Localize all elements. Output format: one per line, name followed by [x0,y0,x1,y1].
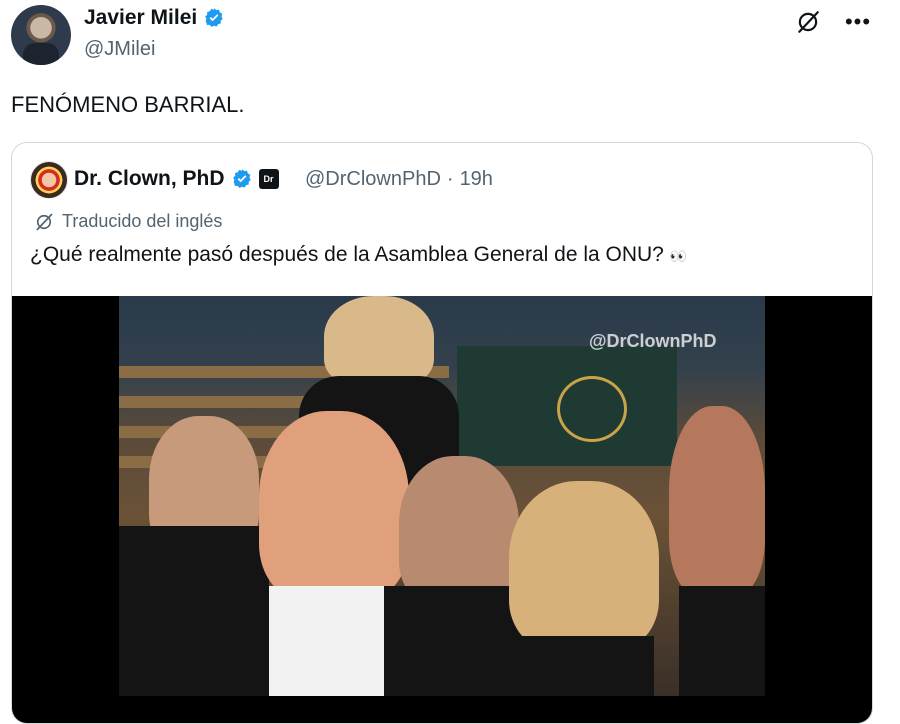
author-avatar[interactable] [11,5,71,65]
translated-indicator: Traducido del inglés [34,211,222,232]
person-far-right-suit [679,586,765,696]
media-watermark: @DrClownPhD [589,331,717,351]
more-icon[interactable]: ••• [844,8,872,36]
affiliate-badge-icon[interactable]: Dr [258,169,279,189]
grok-glyph [798,11,819,33]
post-text: FENÓMENO BARRIAL. [11,92,245,117]
person-back-blonde [324,296,434,386]
person-far-right [669,406,765,596]
author-handle[interactable]: @JMilei [84,38,155,61]
person-center [259,411,409,601]
meta-separator: · [446,168,454,190]
author-name-row[interactable]: Javier Milei [84,6,225,30]
quoted-post[interactable]: Dr. Clown, PhD Dr @DrClownPhD · 19h Trad… [11,142,873,724]
translated-label: Traducido del inglés [62,211,223,231]
person-right-woman-dress [514,636,654,696]
translate-icon [36,213,53,230]
un-emblem [557,376,627,442]
verified-badge-icon [232,169,251,188]
post-actions: ••• [794,8,872,36]
media-image[interactable]: @DrClownPhD [119,296,765,696]
grok-icon[interactable] [794,8,822,36]
quoted-text: ¿Qué realmente pasó después de la Asambl… [30,243,664,266]
quoted-post-time[interactable]: 19h [460,168,493,191]
person-center-shirt [269,586,389,696]
person-middle [399,456,519,606]
person-right-woman [509,481,659,651]
quoted-author-handle[interactable]: @DrClownPhD [305,168,441,191]
quoted-author-avatar[interactable] [30,161,68,199]
eyes-emoji: 👀 [669,248,690,264]
quoted-meta: @DrClownPhD · 19h [305,168,493,191]
quoted-media[interactable]: @DrClownPhD [12,296,872,723]
quoted-author-name-row[interactable]: Dr. Clown, PhD Dr [74,167,285,191]
avatar-figure [23,43,59,65]
verified-badge-icon [205,8,223,27]
quoted-author-name[interactable]: Dr. Clown, PhD [74,167,225,191]
person-left-suit [119,526,269,696]
author-name[interactable]: Javier Milei [84,6,197,30]
quoted-post-text: ¿Qué realmente pasó después de la Asambl… [30,243,689,267]
